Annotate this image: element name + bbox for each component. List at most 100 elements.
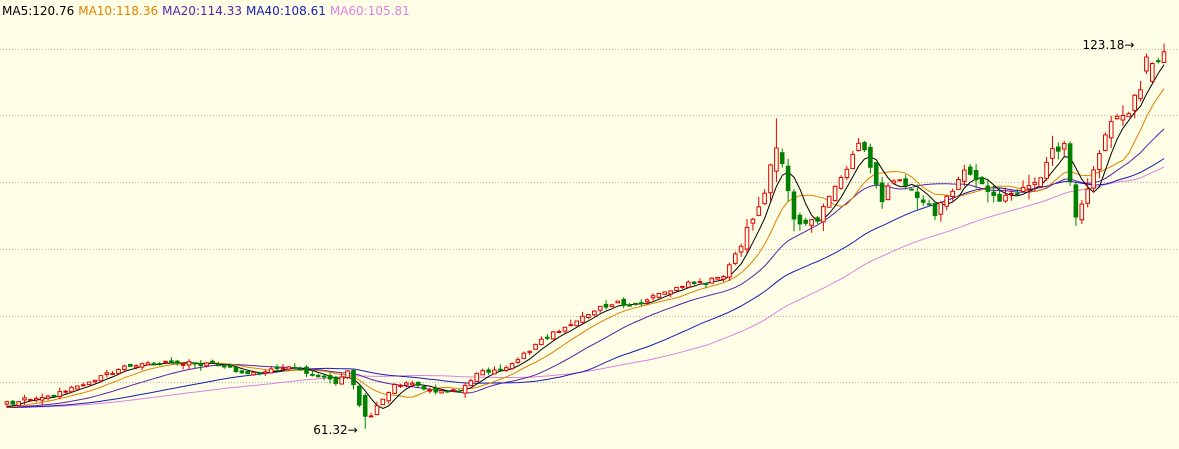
candle-body — [10, 400, 16, 405]
candle-body — [251, 371, 256, 376]
candle — [1108, 115, 1114, 148]
candle-body — [915, 191, 920, 199]
candle-body — [386, 392, 391, 402]
candle-body — [733, 253, 738, 264]
candle-body — [545, 336, 550, 339]
candle — [433, 384, 438, 395]
candle-body — [1079, 203, 1085, 221]
candle — [1091, 166, 1096, 193]
candle — [909, 188, 914, 191]
candle-body — [480, 370, 485, 376]
candle-body — [468, 380, 474, 387]
candle — [597, 305, 603, 313]
ma-legend: MA5:120.76 MA10:118.36 MA20:114.33 MA40:108… — [2, 3, 414, 19]
candle-body — [703, 283, 709, 285]
candle — [879, 177, 885, 209]
candle-body — [51, 395, 57, 397]
candle-body — [938, 202, 944, 215]
candle — [315, 373, 321, 378]
candle — [509, 362, 515, 370]
ma20-line — [6, 128, 1165, 408]
moving-average-lines — [6, 64, 1165, 409]
candle — [145, 360, 151, 366]
candle-body — [1126, 113, 1132, 118]
candlestick-chart: MA5:120.76 MA10:118.36 MA20:114.33 MA40:108… — [0, 0, 1179, 449]
candle-body — [838, 177, 844, 189]
candle — [439, 390, 444, 394]
candle-body — [122, 365, 127, 370]
candle — [756, 196, 762, 216]
candle-body — [956, 179, 961, 190]
candle-body — [562, 326, 568, 332]
candle-body — [662, 291, 668, 295]
candle-body — [556, 331, 562, 333]
candle-body — [639, 302, 644, 305]
candle — [69, 385, 74, 394]
candle-body — [22, 397, 27, 401]
candle-body — [227, 364, 233, 368]
candle — [615, 300, 621, 304]
candle-body — [339, 376, 344, 385]
candle — [838, 175, 844, 190]
candle — [327, 372, 333, 384]
candle-body — [245, 371, 250, 375]
candle — [1138, 80, 1143, 102]
candle-body — [1114, 115, 1120, 120]
candle — [515, 357, 521, 364]
candle-body — [627, 304, 632, 307]
candle — [744, 218, 750, 253]
candle-body — [926, 203, 932, 206]
candle-body — [139, 363, 145, 368]
candle — [1114, 113, 1120, 120]
candle — [239, 370, 245, 375]
candle-body — [879, 182, 885, 203]
candle — [1079, 199, 1085, 225]
low-price-label: 61.32→ — [313, 422, 358, 437]
candle-body — [439, 390, 444, 394]
candle — [809, 219, 814, 233]
candle-body — [216, 364, 221, 367]
candle-body — [721, 276, 726, 280]
candle-body — [1014, 193, 1020, 196]
candle-body — [997, 193, 1002, 202]
candle-body — [380, 398, 386, 406]
candle-body — [768, 164, 773, 194]
candle-body — [474, 372, 480, 382]
candle-body — [609, 304, 615, 307]
candle — [104, 369, 110, 378]
candle-body — [421, 386, 427, 390]
candle-body — [967, 166, 973, 175]
candle — [280, 363, 286, 370]
candle — [691, 281, 697, 286]
candle-body — [1155, 60, 1161, 63]
candle — [791, 188, 797, 232]
candle-body — [903, 178, 908, 186]
candle-body — [920, 199, 926, 203]
candle — [873, 162, 879, 189]
candle-body — [597, 305, 603, 311]
candle — [979, 175, 985, 185]
candle-body — [16, 401, 21, 407]
candle — [750, 217, 756, 231]
candle — [545, 333, 550, 341]
candle-body — [239, 370, 245, 374]
candle-body — [145, 362, 151, 366]
candle-body — [345, 370, 350, 379]
candle-body — [944, 195, 950, 207]
candle-body — [456, 390, 462, 393]
candle — [967, 163, 973, 176]
candle — [192, 362, 198, 369]
candle — [1161, 43, 1167, 63]
candle-body — [815, 217, 820, 222]
candle-body — [133, 365, 139, 368]
candle-body — [374, 405, 380, 416]
candle-body — [45, 395, 51, 399]
candle-body — [803, 219, 809, 224]
candle-body — [169, 360, 174, 363]
candle-body — [175, 360, 180, 364]
candle — [1126, 111, 1132, 118]
candle-body — [157, 363, 162, 365]
candle-body — [668, 290, 673, 295]
candle — [345, 370, 350, 380]
legend-ma10: MA10:118.36 — [78, 4, 159, 18]
